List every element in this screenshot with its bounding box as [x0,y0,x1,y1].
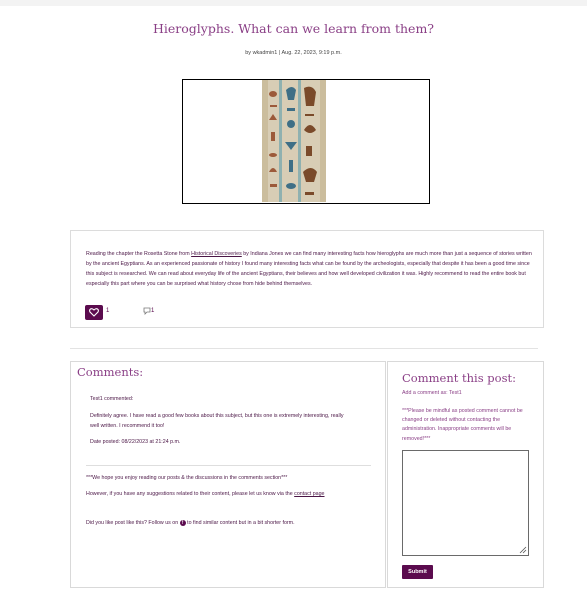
like-button[interactable] [85,305,103,320]
heart-icon [89,308,99,317]
hieroglyphs-image [262,80,326,202]
comment-form-panel: Comment this post: Add a comment as: Tes… [387,361,544,588]
section-divider [70,348,538,349]
follow-note: Did you like post like this? Follow us o… [86,518,384,528]
resize-handle-icon[interactable] [519,546,527,554]
post-card: Reading the chapter the Rosetta Stone fr… [70,230,544,328]
suggestions-text: However, if you have any suggestions rel… [86,491,295,497]
suggestions-note: However, if you have any suggestions rel… [86,489,384,499]
comment-count: 1 [151,308,155,314]
top-nav-strip [0,0,587,6]
comment-icon [143,307,151,315]
post-body-text: Reading the chapter the Rosetta Stone fr… [86,251,192,257]
historical-discoveries-link[interactable]: Historical Discoveries [191,251,242,257]
post-image-frame [182,79,430,204]
comment-as-label: Add a comment as: Test1 [402,390,462,396]
comment-textarea[interactable] [402,450,529,556]
post-title: Hieroglyphs. What can we learn from them… [153,21,434,36]
comment-text: Definitely agree. I have read a good few… [90,413,344,429]
comment-date: Date posted: 08/22/2023 at 21:24 p.m. [90,439,181,445]
comments-panel: Comments: Test1 commented: Definitely ag… [70,361,386,588]
like-count: 1 [106,308,110,314]
contact-page-link[interactable]: contact page [294,491,324,497]
post-body: Reading the chapter the Rosetta Stone fr… [86,249,532,289]
enjoy-note: ***We hope you enjoy reading our posts &… [86,475,288,481]
follow-text-end: to find similar content but in a bit sho… [185,520,295,526]
submit-button[interactable]: Submit [402,565,433,579]
follow-text: Did you like post like this? Follow us o… [86,520,180,526]
comment-warning: ***Please be mindful as posted comment c… [402,408,523,442]
comments-heading: Comments: [77,365,144,379]
post-byline: by wkadmin1 | Aug. 22, 2023, 9:19 p.m. [245,50,342,56]
comment-form-heading: Comment this post: [402,371,516,385]
comments-divider [86,465,371,466]
comment-author: Test1 commented: [90,396,134,402]
